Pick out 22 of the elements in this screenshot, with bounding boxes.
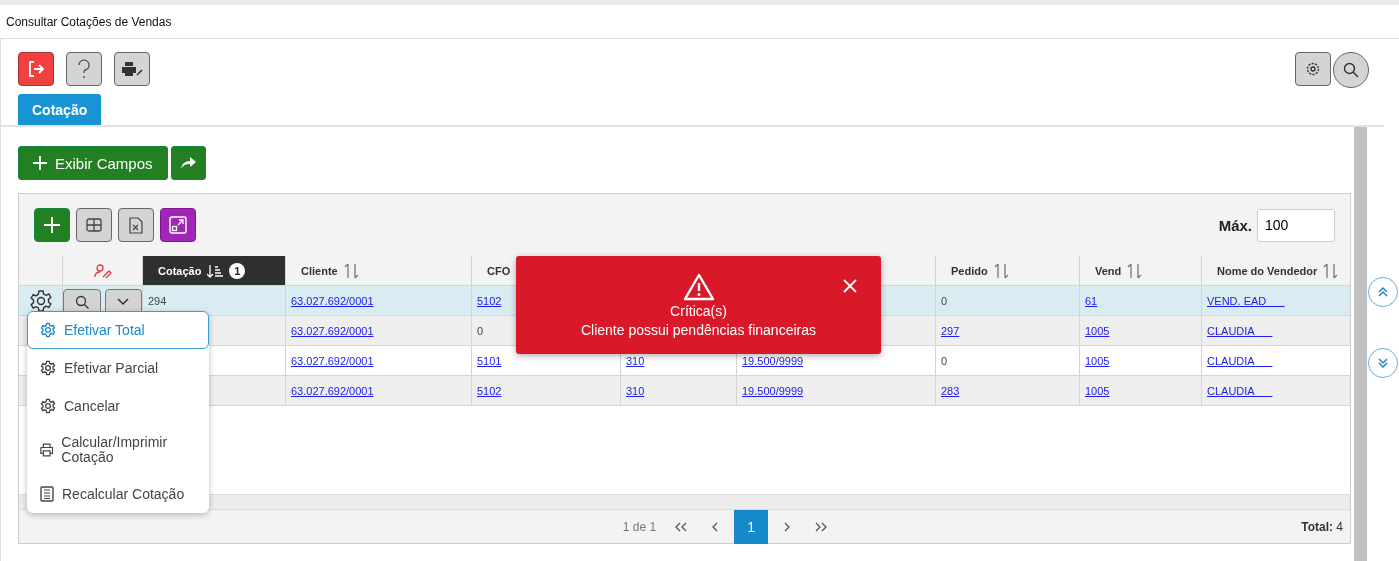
window-title: Consultar Cotações de Vendas [6, 14, 172, 29]
page-info: 1 de 1 [622, 520, 657, 534]
menu-item-label: Efetivar Total [64, 322, 145, 338]
menu-item-label: Calcular/Imprimir Cotação [61, 435, 169, 465]
toast-message: Cliente possui pendências financeiras [580, 321, 816, 338]
sort-order-badge: 1 [229, 262, 246, 279]
menu-item-label: Efetivar Parcial [64, 360, 159, 376]
max-label: Máx. [1218, 216, 1252, 234]
column-title: Cliente [301, 264, 338, 277]
total-label: Total: [1301, 520, 1333, 534]
table-cell: 294 [148, 294, 167, 307]
column-title: Cotação [158, 264, 202, 277]
column-title: CFO [487, 264, 511, 277]
menu-item-label: Recalcular Cotação [62, 486, 185, 502]
table-cell: 0 [477, 324, 484, 337]
column-title: Pedido [951, 264, 988, 277]
table-cell: 0 [941, 294, 948, 307]
toast-title: Crítica(s) [670, 302, 727, 319]
column-title: Nome do Vendedor [1217, 264, 1318, 277]
column-title: Vend [1095, 264, 1122, 277]
total-count: 4 [1336, 520, 1343, 534]
table-cell: 0 [941, 354, 948, 367]
